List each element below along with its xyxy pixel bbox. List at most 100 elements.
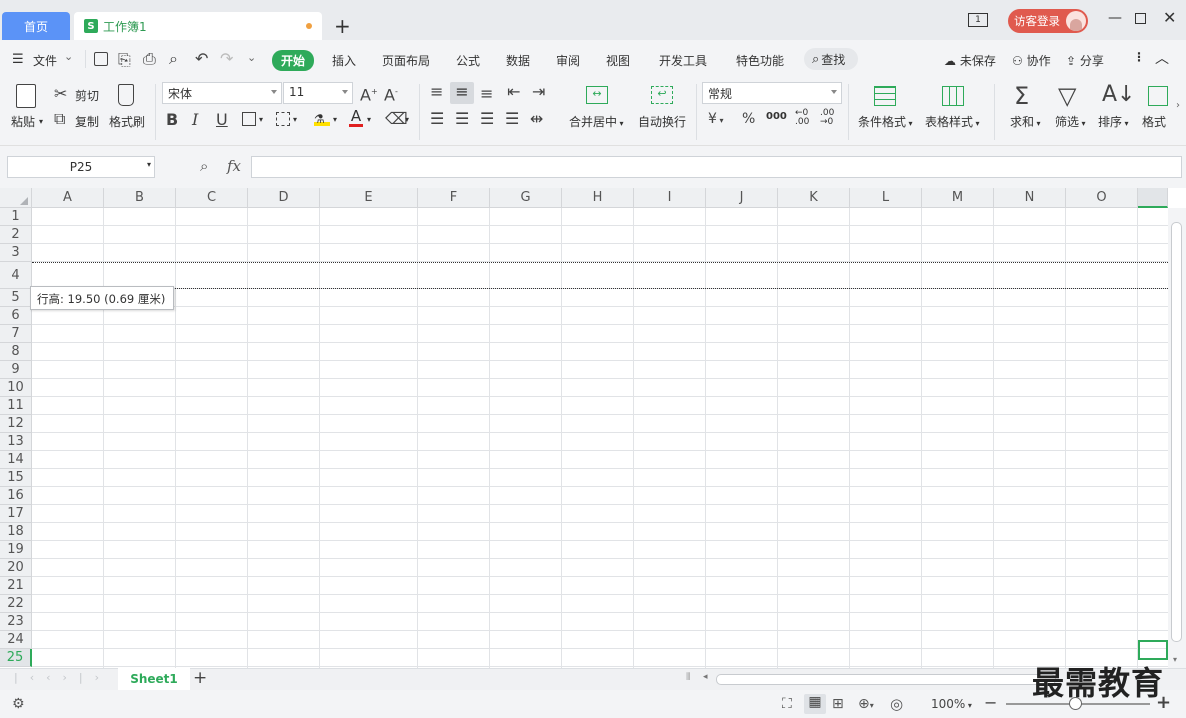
page-layout-view-icon[interactable]: ⊞ xyxy=(832,696,844,712)
row-header-13[interactable]: 13 xyxy=(0,433,32,451)
format-button[interactable]: 格式 xyxy=(1142,113,1166,130)
menu-special[interactable]: 特色功能 xyxy=(736,52,784,69)
currency-icon[interactable]: ¥ ▾ xyxy=(708,111,723,129)
row-header-7[interactable]: 7 xyxy=(0,325,32,343)
row-header-16[interactable]: 16 xyxy=(0,487,32,505)
align-top-icon[interactable]: ≡ xyxy=(430,84,443,100)
chevron-down-icon[interactable]: ▾ xyxy=(405,115,409,124)
wrap-text-button[interactable]: 自动换行 xyxy=(638,113,686,130)
row-header-17[interactable]: 17 xyxy=(0,505,32,523)
fill-style-icon[interactable] xyxy=(276,112,290,126)
print-preview-icon[interactable]: ⌕ xyxy=(169,51,178,67)
row-header-11[interactable]: 11 xyxy=(0,397,32,415)
column-header-D[interactable]: D xyxy=(248,188,320,208)
guest-login-button[interactable]: 访客登录 xyxy=(1008,9,1088,33)
increase-indent-icon[interactable]: ⇥ xyxy=(532,84,545,100)
column-header-K[interactable]: K xyxy=(778,188,850,208)
chevron-down-icon[interactable]: ⌄ xyxy=(64,50,73,63)
save-icon[interactable] xyxy=(94,52,108,66)
tab-workbook[interactable]: S 工作簿1 xyxy=(74,12,322,40)
align-center-icon[interactable]: ☰ xyxy=(455,111,469,127)
decrease-font-icon[interactable]: A- xyxy=(384,84,398,103)
font-color-icon[interactable]: A xyxy=(349,109,363,127)
redo-icon[interactable]: ↷ xyxy=(220,51,233,67)
row-header-15[interactable]: 15 xyxy=(0,469,32,487)
column-header-O[interactable]: O xyxy=(1066,188,1138,208)
collaborate-button[interactable]: ⚇ 协作 xyxy=(1012,52,1051,69)
align-left-icon[interactable]: ☰ xyxy=(430,111,444,127)
row-header-22[interactable]: 22 xyxy=(0,595,32,613)
zoom-formula-icon[interactable]: ⌕ xyxy=(200,157,208,175)
row-header-10[interactable]: 10 xyxy=(0,379,32,397)
menu-data[interactable]: 数据 xyxy=(506,52,530,69)
row-header-20[interactable]: 20 xyxy=(0,559,32,577)
page-break-view-icon[interactable]: ⊕▾ xyxy=(858,696,874,712)
row-header-2[interactable]: 2 xyxy=(0,226,32,244)
menu-file[interactable]: 文件 xyxy=(33,52,57,69)
fill-color-icon[interactable]: ⚗ xyxy=(314,112,330,126)
row-header-3[interactable]: 3 xyxy=(0,244,32,262)
tab-home[interactable]: 首页 xyxy=(2,12,70,40)
chevron-down-icon[interactable]: ▾ xyxy=(259,115,263,124)
column-header-A[interactable]: A xyxy=(32,188,104,208)
conditional-format-button[interactable]: 条件格式 ▾ xyxy=(858,113,913,130)
chevron-down-icon[interactable]: ▾ xyxy=(367,115,371,124)
name-box[interactable]: P25 ▾ xyxy=(7,156,155,178)
new-tab-button[interactable]: + xyxy=(334,14,351,38)
ribbon-scroll-right-icon[interactable]: › xyxy=(1176,100,1180,111)
row-header-5[interactable]: 5 xyxy=(0,289,32,307)
close-icon[interactable]: ✕ xyxy=(1163,8,1176,27)
decrease-indent-icon[interactable]: ⇤ xyxy=(507,84,520,100)
normal-view-icon[interactable]: ▦ xyxy=(804,694,826,714)
table-style-button[interactable]: 表格样式 ▾ xyxy=(925,113,980,130)
menu-insert[interactable]: 插入 xyxy=(332,52,356,69)
column-header-L[interactable]: L xyxy=(850,188,922,208)
zoom-out-icon[interactable]: − xyxy=(984,693,997,712)
more-icon[interactable]: ⋮ xyxy=(1133,50,1145,64)
row-header-8[interactable]: 8 xyxy=(0,343,32,361)
paste-button[interactable]: 粘贴 xyxy=(11,113,35,130)
format-painter-button[interactable]: 格式刷 xyxy=(109,113,145,130)
menu-start[interactable]: 开始 xyxy=(272,50,315,71)
increase-decimal-icon[interactable]: ←0.00 xyxy=(795,109,809,127)
quick-access-more-icon[interactable]: ⌄ xyxy=(247,51,256,64)
align-bottom-icon[interactable]: ≡ xyxy=(480,86,493,102)
row-header-19[interactable]: 19 xyxy=(0,541,32,559)
bold-icon[interactable]: B xyxy=(166,112,178,128)
column-header-B[interactable]: B xyxy=(104,188,176,208)
zoom-level[interactable]: 100% ▾ xyxy=(931,697,972,711)
row-header-4[interactable]: 4 xyxy=(0,262,32,289)
fullscreen-icon[interactable]: ⛶ xyxy=(782,696,792,712)
sort-button[interactable]: 排序 ▾ xyxy=(1098,113,1129,130)
underline-icon[interactable]: U xyxy=(216,112,228,128)
undo-icon[interactable]: ↶ xyxy=(195,51,208,67)
sheet-tab-sheet1[interactable]: Sheet1 xyxy=(118,668,190,690)
decrease-decimal-icon[interactable]: .00 →0 xyxy=(820,109,834,127)
border-icon[interactable] xyxy=(242,112,256,126)
row-header-23[interactable]: 23 xyxy=(0,613,32,631)
select-all-corner[interactable] xyxy=(0,188,32,208)
row-header-12[interactable]: 12 xyxy=(0,415,32,433)
print-icon[interactable]: ⎙ xyxy=(143,51,156,67)
menu-page-layout[interactable]: 页面布局 xyxy=(382,52,430,69)
column-header-H[interactable]: H xyxy=(562,188,634,208)
column-header-N[interactable]: N xyxy=(994,188,1066,208)
eye-protection-icon[interactable]: ◎ xyxy=(890,695,903,713)
row-header-9[interactable]: 9 xyxy=(0,361,32,379)
sheet-grid[interactable] xyxy=(0,188,1186,668)
chevron-down-icon[interactable]: ▾ xyxy=(333,115,337,124)
active-cell[interactable] xyxy=(1138,640,1168,660)
minimize-icon[interactable]: — xyxy=(1108,10,1122,26)
row-header-25[interactable]: 25 xyxy=(0,649,32,667)
search-button[interactable]: ⌕ 查找 xyxy=(804,48,858,70)
menu-view[interactable]: 视图 xyxy=(606,52,630,69)
maximize-icon[interactable] xyxy=(1135,13,1146,24)
splitter-icon[interactable]: ⦀ xyxy=(686,672,690,683)
vertical-scroll-thumb[interactable] xyxy=(1171,222,1182,642)
column-header-C[interactable]: C xyxy=(176,188,248,208)
horizontal-scroll-thumb[interactable] xyxy=(716,674,1056,685)
row-header-21[interactable]: 21 xyxy=(0,577,32,595)
paste-icon[interactable] xyxy=(16,84,36,108)
italic-icon[interactable]: I xyxy=(192,112,198,128)
menu-developer[interactable]: 开发工具 xyxy=(659,52,707,69)
